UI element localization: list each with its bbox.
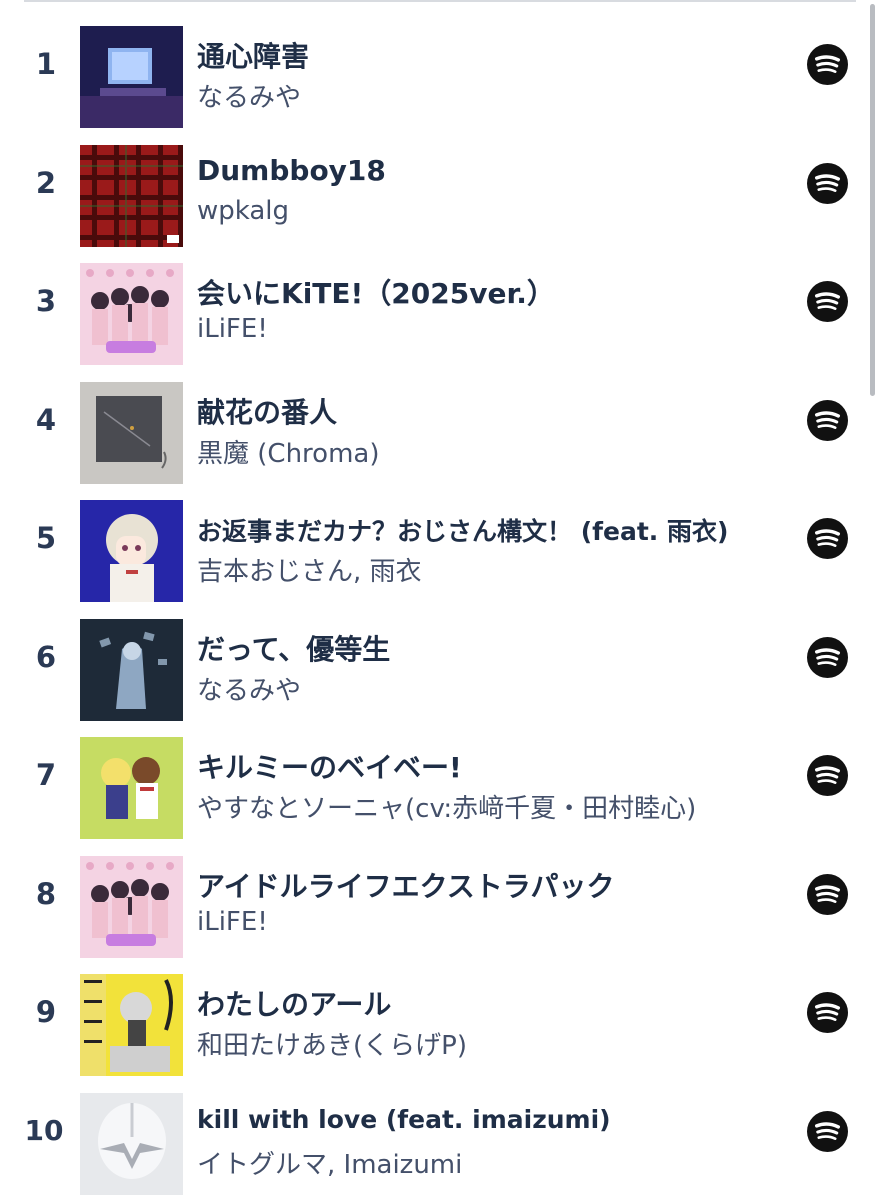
track-rank: 2	[35, 165, 57, 200]
album-cover	[80, 974, 183, 1076]
track-artist[interactable]: wpkalg	[197, 196, 289, 226]
track-artist[interactable]: なるみや	[197, 77, 301, 114]
track-title[interactable]: わたしのアール	[197, 983, 391, 1023]
spotify-icon[interactable]	[807, 518, 848, 559]
track-row[interactable]: 10 kill with love (feat. imaizumi) イトグルマ…	[0, 1074, 881, 1195]
spotify-icon[interactable]	[807, 636, 848, 678]
track-row[interactable]: 6 だって、優等生 なるみや	[0, 600, 881, 721]
album-cover	[80, 618, 183, 721]
album-cover	[80, 855, 183, 958]
track-title[interactable]: 会いにKiTE!（2025ver.）	[197, 272, 555, 312]
spotify-icon[interactable]	[807, 44, 848, 85]
track-artist[interactable]: 和田たけあき(くらげP)	[197, 1025, 467, 1062]
track-rank: 7	[35, 758, 57, 792]
track-artist[interactable]: iLiFE!	[197, 314, 268, 344]
track-title[interactable]: アイドルライフエクストラパック	[197, 865, 614, 905]
album-cover	[80, 1092, 183, 1195]
track-rank: 10	[24, 1113, 64, 1147]
spotify-icon[interactable]	[807, 755, 848, 796]
album-cover	[80, 263, 183, 365]
track-title[interactable]: 献花の番人	[197, 391, 337, 431]
spotify-icon[interactable]	[807, 162, 848, 204]
track-artist[interactable]: なるみや	[197, 670, 301, 707]
spotify-icon[interactable]	[807, 281, 848, 322]
track-row[interactable]: 8 アイドルライフエクストラパック iLiFE!	[0, 837, 881, 958]
track-title[interactable]: だって、優等生	[197, 628, 390, 668]
track-row[interactable]: 7 キルミーのベイベー! やすなとソーニャ(cv:赤﨑千夏・田村睦心)	[0, 718, 881, 839]
track-artist[interactable]: iLiFE!	[197, 907, 268, 937]
album-cover	[80, 500, 183, 602]
track-rank: 6	[35, 639, 57, 674]
album-cover	[80, 381, 183, 484]
spotify-icon[interactable]	[807, 873, 848, 915]
album-cover	[80, 144, 183, 247]
top-divider	[24, 0, 856, 2]
album-cover	[80, 26, 183, 128]
track-row[interactable]: 4 献花の番人 黒魔 (Chroma)	[0, 363, 881, 484]
spotify-icon[interactable]	[807, 399, 848, 441]
spotify-icon[interactable]	[807, 1110, 848, 1152]
track-artist[interactable]: やすなとソーニャ(cv:赤﨑千夏・田村睦心)	[197, 788, 696, 825]
track-rank: 1	[35, 47, 57, 81]
track-rank: 5	[35, 521, 57, 555]
track-row[interactable]: 9 わたしのアール 和田たけあき(くらげP)	[0, 955, 881, 1076]
spotify-icon[interactable]	[807, 992, 848, 1033]
track-title[interactable]: キルミーのベイベー!	[197, 746, 462, 786]
track-artist[interactable]: イトグルマ, Imaizumi	[197, 1144, 462, 1181]
track-title[interactable]: 通心障害	[197, 35, 309, 75]
track-title[interactable]: kill with love (feat. imaizumi)	[197, 1105, 611, 1134]
album-cover	[80, 737, 183, 839]
track-artist[interactable]: 吉本おじさん, 雨衣	[197, 551, 422, 588]
track-row[interactable]: 2 Dumbboy18 wpkalg	[0, 126, 881, 247]
track-rank: 8	[35, 876, 57, 911]
track-artist[interactable]: 黒魔 (Chroma)	[197, 433, 379, 470]
track-title[interactable]: Dumbboy18	[197, 154, 386, 187]
track-rank: 9	[35, 995, 57, 1029]
track-rank: 3	[35, 284, 57, 318]
track-row[interactable]: 1 通心障害 なるみや	[0, 7, 881, 128]
track-title[interactable]: お返事まだカナ？おじさん構文！ (feat. 雨衣)	[197, 512, 728, 548]
track-row[interactable]: 3 会いにKiTE!（2025ver.） iLiFE!	[0, 244, 881, 365]
track-rank: 4	[35, 402, 57, 437]
track-list: 1 通心障害 なるみや 2 Dumbboy18 wpkalg 3 会いにKiTE…	[0, 7, 881, 1195]
track-row[interactable]: 5 お返事まだカナ？おじさん構文！ (feat. 雨衣) 吉本おじさん, 雨衣	[0, 481, 881, 602]
